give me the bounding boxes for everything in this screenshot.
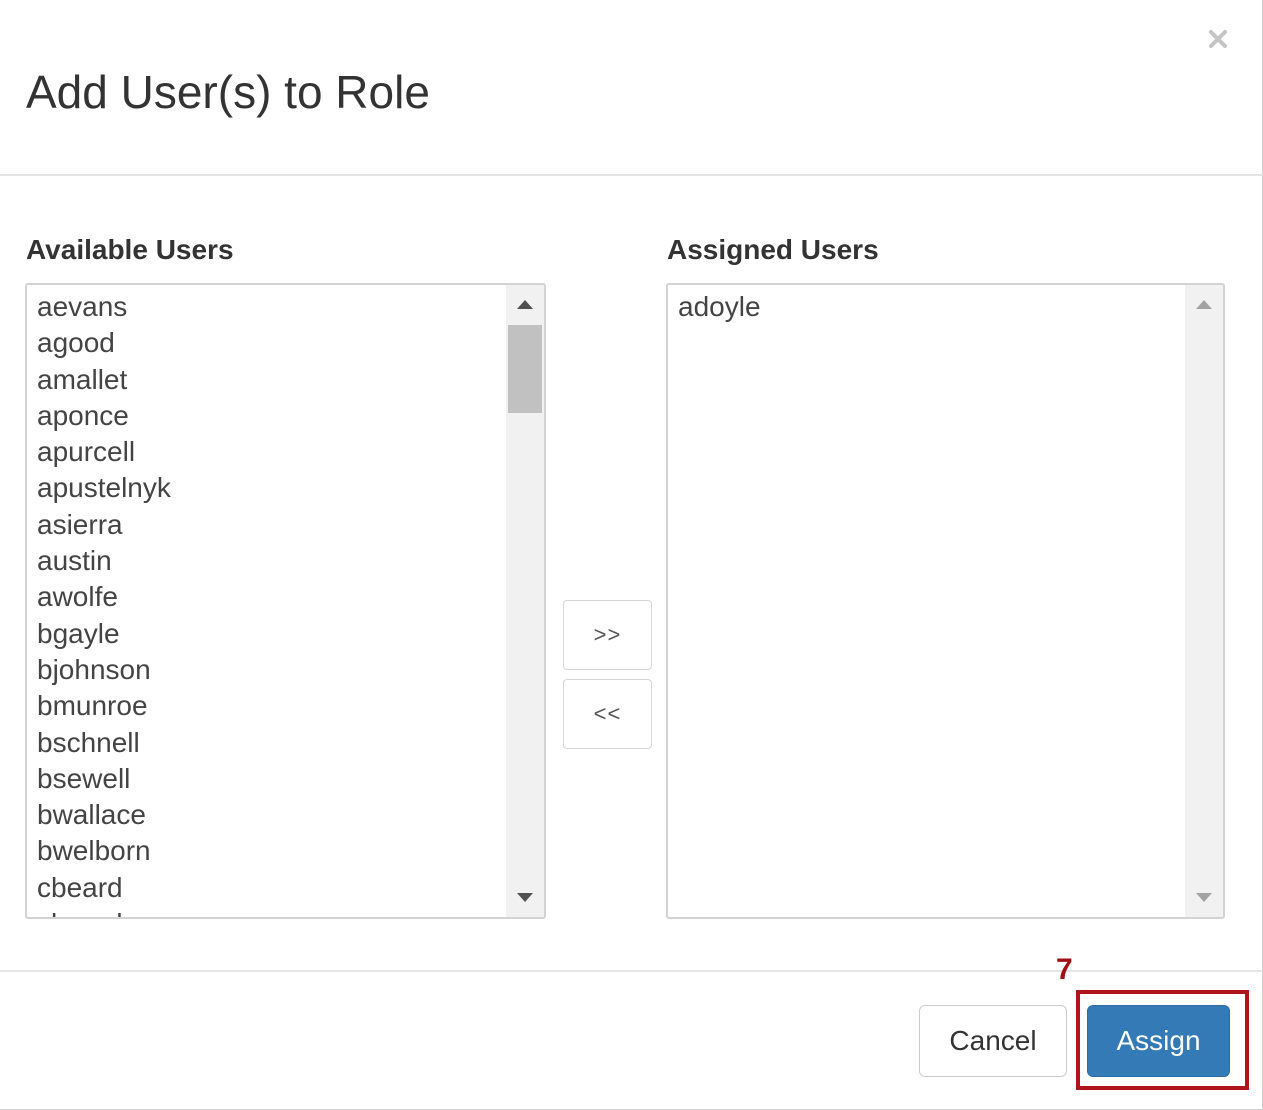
list-item[interactable]: apustelnyk [27,470,506,506]
cancel-button[interactable]: Cancel [919,1005,1067,1077]
scroll-thumb[interactable] [508,325,542,413]
add-users-to-role-dialog: Add User(s) to Role Available Users Assi… [0,0,1263,1110]
list-item[interactable]: bgayle [27,616,506,652]
triangle-up-icon [517,300,533,309]
step-number: 7 [1056,953,1073,986]
scroll-down-button[interactable] [1185,879,1223,917]
close-icon [1209,30,1227,48]
assign-button[interactable]: Assign [1087,1005,1230,1077]
list-item[interactable]: aponce [27,398,506,434]
list-item[interactable]: cbeard [27,870,506,906]
list-item[interactable]: apurcell [27,434,506,470]
triangle-up-icon [1196,300,1212,309]
assigned-users-scrollbar[interactable] [1185,285,1223,917]
list-item[interactable]: bwelborn [27,833,506,869]
available-users-items: aevans agood amallet aponce apurcell apusteln… [27,285,506,917]
list-item[interactable]: bmunroe [27,688,506,724]
available-users-label: Available Users [26,234,234,265]
list-item[interactable]: bwallace [27,797,506,833]
assigned-users-list[interactable]: adoyle [666,283,1225,919]
available-users-scrollbar[interactable] [506,285,544,917]
triangle-down-icon [517,893,533,902]
triangle-down-icon [1196,893,1212,902]
list-item[interactable]: awolfe [27,579,506,615]
assigned-users-items: adoyle [668,285,1185,917]
list-item[interactable]: aevans [27,289,506,325]
close-button[interactable] [1201,22,1235,56]
scroll-down-button[interactable] [506,879,544,917]
list-item[interactable]: adoyle [668,289,1185,325]
list-item[interactable]: bschnell [27,725,506,761]
remove-user-button[interactable]: << [563,679,652,749]
list-item[interactable]: asierra [27,507,506,543]
list-item[interactable]: bsewell [27,761,506,797]
list-item[interactable]: bjohnson [27,652,506,688]
list-item[interactable]: austin [27,543,506,579]
header-divider [0,174,1263,176]
list-item[interactable]: cbeard [27,906,506,917]
scroll-up-button[interactable] [506,285,544,323]
list-item[interactable]: agood [27,325,506,361]
footer-divider [0,970,1263,972]
available-users-list[interactable]: aevans agood amallet aponce apurcell apusteln… [25,283,546,919]
add-user-button[interactable]: >> [563,600,652,670]
dialog-title: Add User(s) to Role [26,66,430,118]
assigned-users-label: Assigned Users [667,234,879,265]
list-item[interactable]: amallet [27,362,506,398]
scroll-up-button[interactable] [1185,285,1223,323]
